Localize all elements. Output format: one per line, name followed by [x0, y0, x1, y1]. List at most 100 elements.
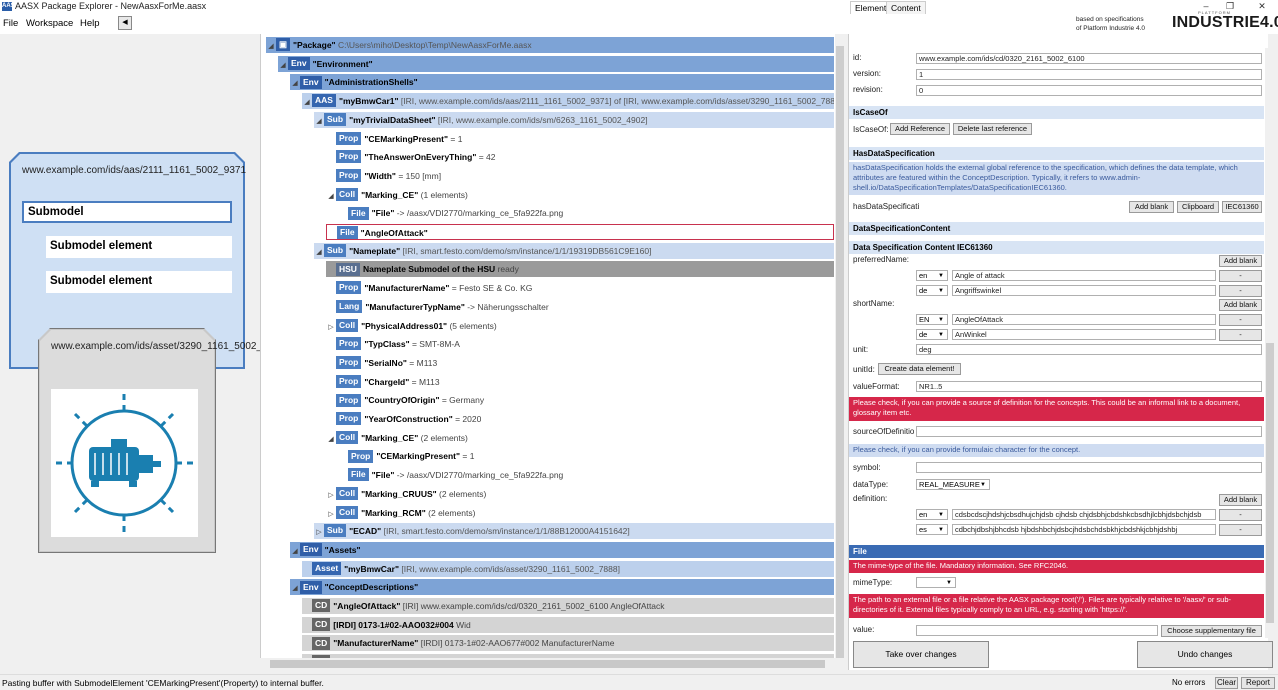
tree-node[interactable]: Prop "CountryOfOrigin" = Germany	[326, 392, 834, 408]
revision-field[interactable]: 0	[916, 85, 1262, 96]
tree-node[interactable]: ◢ Sub "Nameplate" [IRI, smart.festo.com/de…	[314, 242, 834, 259]
tree-node[interactable]: ◢ Env "Environment"	[278, 55, 834, 72]
expand-toggle-icon[interactable]: ◢	[290, 76, 300, 90]
version-field[interactable]: 1	[916, 69, 1262, 80]
expand-toggle-icon[interactable]: ◢	[290, 544, 300, 558]
expand-toggle-icon[interactable]: ◢	[314, 114, 324, 128]
symbol-field[interactable]	[916, 462, 1262, 473]
preferred-text-field[interactable]: Angle of attack	[952, 270, 1216, 281]
tree-node[interactable]: Lang "ManufacturerTypName" -> Näherungssc…	[326, 299, 834, 315]
preferred-lang-select[interactable]: en ▼	[916, 270, 948, 281]
tree-node[interactable]: ▷ Coll "PhysicalAddress01" (5 elements)	[326, 318, 834, 334]
tab-content[interactable]: Content	[886, 1, 926, 14]
valueformat-field[interactable]: NR1..5	[916, 381, 1262, 392]
expand-toggle-icon[interactable]: ◢	[326, 189, 336, 203]
preferred-remove-button[interactable]: -	[1219, 285, 1262, 297]
expand-toggle-icon[interactable]: ◢	[278, 58, 288, 72]
short-remove-button[interactable]: -	[1219, 314, 1262, 326]
menu-help[interactable]: Help	[80, 18, 100, 29]
tree-node[interactable]: ▷ Sub "ECAD" [IRI, smart.festo.com/demo/sm…	[314, 523, 834, 540]
tree-node[interactable]: CD "AngleOfAttack" [IRI] www.example.com/…	[302, 598, 834, 614]
clear-button[interactable]: Clear	[1215, 677, 1238, 689]
tree-node[interactable]: Prop "CEMarkingPresent" = 1	[338, 448, 834, 464]
file-value-field[interactable]	[916, 625, 1158, 636]
datatype-select[interactable]: REAL_MEASURE ▼	[916, 479, 990, 490]
preferred-add-blank-button[interactable]: Add blank	[1219, 255, 1262, 267]
preferred-remove-button[interactable]: -	[1219, 270, 1262, 282]
iec61360-button[interactable]: IEC61360	[1222, 201, 1262, 213]
create-data-element-button[interactable]: Create data element!	[878, 363, 961, 375]
preferred-lang-select[interactable]: de ▼	[916, 285, 948, 296]
clipboard-button[interactable]: Clipboard	[1177, 201, 1219, 213]
tree-node[interactable]: ◢ Coll "Marking_CE" (2 elements)	[326, 430, 834, 446]
short-remove-button[interactable]: -	[1219, 329, 1262, 341]
close-button[interactable]: ✕	[1250, 0, 1274, 12]
element-tree[interactable]: ◢ ▣ "Package" C:\Users\miho\Desktop\Temp\N…	[260, 34, 845, 671]
delete-last-reference-button[interactable]: Delete last reference	[953, 123, 1032, 135]
tree-node[interactable]: CD "ManufacturerName" [IRDI] 0173-1#02-AA…	[302, 635, 834, 652]
short-lang-select[interactable]: de ▼	[916, 329, 948, 340]
expand-toggle-icon[interactable]: ▷	[314, 525, 324, 539]
tree-vertical-scrollbar[interactable]	[835, 34, 845, 670]
id-field[interactable]: www.example.com/ids/cd/0320_2161_5002_61…	[916, 53, 1262, 64]
tree-node[interactable]: Prop "ChargeId" = M113	[326, 374, 834, 390]
add-reference-button[interactable]: Add Reference	[890, 123, 950, 135]
tree-scroll-thumb[interactable]	[836, 46, 844, 658]
preferred-text-field[interactable]: Angriffswinkel	[952, 285, 1216, 296]
menu-workspace[interactable]: Workspace	[26, 18, 73, 29]
tree-node[interactable]: CD [IRDI] 0173-1#02-AAO032#004 Wid	[302, 616, 834, 633]
tree-node[interactable]: File "File" -> /aasx/VDI2770/marking_ce_5…	[338, 467, 834, 483]
tree-node[interactable]: ◢ ▣ "Package" C:\Users\miho\Desktop\Temp\N…	[266, 37, 834, 53]
expand-toggle-icon[interactable]: ▷	[326, 320, 336, 334]
tree-node[interactable]: ◢ Coll "Marking_CE" (1 elements)	[326, 187, 834, 203]
source-of-definition-field[interactable]	[916, 426, 1262, 437]
tree-node[interactable]: ◢ AAS "myBmwCar1" [IRI, www.example.com/id…	[302, 93, 834, 110]
tree-node[interactable]: ◢ Env "AdministrationShells"	[290, 74, 834, 91]
short-lang-select[interactable]: EN ▼	[916, 314, 948, 325]
tree-horizontal-scrollbar[interactable]	[260, 658, 835, 670]
expand-toggle-icon[interactable]: ◢	[314, 245, 324, 259]
editor-scroll-thumb[interactable]	[1266, 343, 1274, 623]
tree-node[interactable]: ▷ Coll "Marking_CRUUS" (2 elements)	[326, 486, 834, 502]
short-text-field[interactable]: AngleOfAttack	[952, 314, 1216, 325]
expand-toggle-icon[interactable]: ◢	[290, 581, 300, 595]
tree-node[interactable]: Prop "CEMarkingPresent" = 1	[326, 131, 834, 147]
tree-node[interactable]: ◢ Env "Assets"	[290, 541, 834, 558]
tree-node[interactable]: Prop "SerialNo" = M113	[326, 355, 834, 371]
definition-remove-button[interactable]: -	[1219, 509, 1262, 521]
tree-node[interactable]: Prop "Width" = 150 [mm]	[326, 168, 834, 184]
tree-node[interactable]: File "File" -> /aasx/VDI2770/marking_ce_5…	[338, 205, 834, 221]
expand-toggle-icon[interactable]: ▷	[326, 488, 336, 502]
tab-element[interactable]: Element	[850, 1, 892, 14]
definition-remove-button[interactable]: -	[1219, 524, 1262, 536]
definition-text-field[interactable]: cdsbcdscjhdshjcbsdhujchjdsb cjhdsb chjds…	[952, 509, 1216, 520]
editor-vertical-scrollbar[interactable]	[1265, 48, 1275, 638]
tree-node[interactable]: HSU Nameplate Submodel of the HSU ready	[326, 261, 834, 278]
tree-node[interactable]: Prop "TheAnswerOnEveryThing" = 42	[326, 149, 834, 165]
definition-lang-select[interactable]: es ▼	[916, 524, 948, 535]
definition-text-field[interactable]: cdbchjdbshjbhcdsb hjbdshbchjdsbcjhdsbchd…	[952, 524, 1216, 535]
add-blank-button[interactable]: Add blank	[1129, 201, 1174, 213]
tree-node[interactable]: Prop "ManufacturerName" = Festo SE & Co. …	[326, 280, 834, 296]
tree-node[interactable]: ◢ Sub "myTrivialDataSheet" [IRI, www.examp…	[314, 111, 834, 128]
short-add-blank-button[interactable]: Add blank	[1219, 299, 1262, 311]
tree-node[interactable]: File "AngleOfAttack"	[326, 224, 834, 240]
collapse-panel-button[interactable]: ◀	[118, 16, 132, 30]
expand-toggle-icon[interactable]: ▷	[326, 507, 336, 521]
undo-changes-button[interactable]: Undo changes	[1137, 641, 1273, 668]
take-over-changes-button[interactable]: Take over changes	[853, 641, 989, 668]
expand-toggle-icon[interactable]: ◢	[326, 432, 336, 446]
expand-toggle-icon[interactable]: ◢	[302, 95, 312, 109]
short-text-field[interactable]: AnWinkel	[952, 329, 1216, 340]
tree-hscroll-thumb[interactable]	[270, 660, 825, 668]
menu-file[interactable]: File	[3, 18, 18, 29]
report-button[interactable]: Report ...	[1241, 677, 1275, 690]
tree-node[interactable]: Asset "myBmwCar" [IRI, www.example.com/id…	[302, 560, 834, 577]
tree-node[interactable]: ◢ Env "ConceptDescriptions"	[290, 579, 834, 596]
tree-node[interactable]: Prop "YearOfConstruction" = 2020	[326, 411, 834, 427]
choose-supplementary-file-button[interactable]: Choose supplementary file	[1161, 625, 1262, 637]
expand-toggle-icon[interactable]: ◢	[266, 39, 276, 53]
definition-lang-select[interactable]: en ▼	[916, 509, 948, 520]
unit-field[interactable]: deg	[916, 344, 1262, 355]
tree-node[interactable]: ▷ Coll "Marking_RCM" (2 elements)	[326, 505, 834, 521]
